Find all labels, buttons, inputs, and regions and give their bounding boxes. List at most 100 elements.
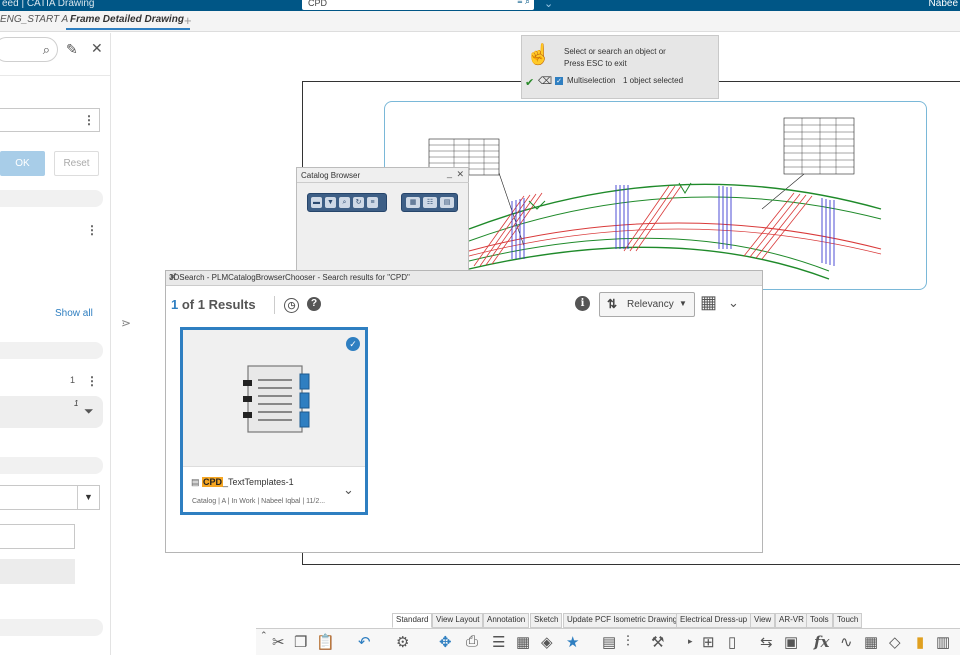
- undo-icon[interactable]: ↶: [358, 633, 371, 651]
- selected-check-icon[interactable]: ✓: [346, 337, 360, 351]
- tab-standard[interactable]: Standard: [392, 613, 433, 628]
- filter-icon[interactable]: ⏷: [84, 404, 94, 419]
- select-tooltip: ☝ Select or search an object or Press ES…: [521, 35, 719, 99]
- tab-touch[interactable]: Touch: [833, 613, 863, 628]
- filter-row[interactable]: 1 ⏷: [0, 396, 103, 428]
- layers-icon[interactable]: ◈: [541, 633, 553, 651]
- update-icon[interactable]: ⚙: [396, 633, 409, 651]
- chevron-down-icon[interactable]: ⌄: [343, 482, 354, 498]
- measure-icon[interactable]: ∿: [840, 633, 853, 651]
- dropdown-arrow-icon[interactable]: ▼: [77, 486, 99, 509]
- tab-view[interactable]: View: [750, 613, 776, 628]
- tab-tools[interactable]: Tools: [806, 613, 833, 628]
- info-icon[interactable]: i: [575, 296, 590, 311]
- results-current: 1: [171, 297, 179, 312]
- panel-icon[interactable]: ▥: [936, 633, 950, 651]
- close-icon[interactable]: ✕: [91, 40, 103, 57]
- tools-icon[interactable]: ⚒: [651, 633, 664, 651]
- panel-field[interactable]: ⋮: [0, 108, 100, 132]
- eraser-icon[interactable]: ⌫: [538, 76, 552, 87]
- list-view-icon[interactable]: ☷: [423, 197, 437, 208]
- grid-view-icon[interactable]: ▦: [406, 197, 420, 208]
- history-icon[interactable]: ◷: [284, 298, 299, 313]
- chevron-down-icon[interactable]: ⌄: [728, 295, 739, 311]
- close-icon[interactable]: ✕: [169, 272, 759, 283]
- table-icon[interactable]: ▦: [516, 633, 530, 651]
- tab-electrical-dress-up[interactable]: Electrical Dress-up: [676, 613, 752, 628]
- chevron-up-icon[interactable]: ⌃: [260, 630, 268, 641]
- shape-icon[interactable]: ◇: [889, 633, 901, 651]
- user-name[interactable]: Nabee: [929, 0, 958, 9]
- book-icon[interactable]: ▯: [728, 633, 736, 651]
- show-all-link[interactable]: Show all: [55, 308, 93, 319]
- divider: [297, 182, 469, 183]
- tab-eng-start[interactable]: ENG_START A: [0, 14, 68, 25]
- transfer-icon[interactable]: ⇆: [760, 633, 773, 651]
- multiselection-checkbox[interactable]: ✓: [555, 77, 563, 85]
- play-icon[interactable]: ▸: [688, 636, 693, 647]
- cut-icon[interactable]: ✂: [272, 633, 285, 651]
- result-name-highlight: CPD: [202, 477, 224, 487]
- search-window-titlebar[interactable]: 3DSearch - PLMCatalogBrowserChooser - Se…: [166, 271, 762, 286]
- check-icon[interactable]: ✔: [525, 76, 534, 89]
- close-icon[interactable]: ✕: [456, 169, 464, 180]
- section-header[interactable]: [0, 619, 103, 636]
- section-header[interactable]: [0, 342, 103, 359]
- tab-annotation[interactable]: Annotation: [483, 613, 530, 628]
- tab-frame-detailed-drawing[interactable]: Frame Detailed Drawing: [66, 14, 190, 30]
- search-icon[interactable]: ⌕: [339, 197, 350, 208]
- more-icon[interactable]: ⋮: [83, 113, 95, 127]
- app-title: eed | CATIA Drawing: [2, 0, 95, 9]
- catalog-document-icon: [243, 365, 310, 433]
- expand-panel-icon[interactable]: ⋗: [121, 316, 131, 330]
- filter-icon[interactable]: ▼: [325, 197, 336, 208]
- tooltip-line-2: Press ESC to exit: [564, 59, 627, 68]
- disabled-field: [0, 559, 75, 584]
- pan-icon[interactable]: ✥: [439, 633, 452, 651]
- favorite-star-icon[interactable]: ★: [566, 633, 579, 651]
- tab-update-pcf[interactable]: Update PCF Isometric Drawing: [563, 613, 682, 628]
- grid-view-icon[interactable]: ▦: [700, 293, 717, 311]
- paste-icon[interactable]: 📋: [316, 633, 335, 651]
- catalog-icon: ▤: [191, 477, 200, 487]
- more-icon[interactable]: ⋮: [86, 374, 98, 388]
- catalog-toolbar-right: ▦ ☷ ▤: [401, 193, 458, 212]
- search-results-window: 3DSearch - PLMCatalogBrowserChooser - Se…: [165, 270, 763, 553]
- traffic-light-icon[interactable]: ▮: [916, 633, 924, 651]
- add-tab-icon[interactable]: +: [184, 13, 192, 28]
- minimize-icon[interactable]: _: [447, 168, 452, 178]
- detail-view-icon[interactable]: ▤: [440, 197, 454, 208]
- properties-icon[interactable]: ☰: [492, 633, 505, 651]
- print-icon[interactable]: ⎙: [466, 633, 478, 650]
- result-card[interactable]: ✓ ▤ CPD_TextTemplates-1 ⌄ Catalog | A | …: [180, 327, 368, 515]
- chevron-down-icon[interactable]: ⌄: [544, 0, 553, 10]
- tag-icon[interactable]: ✎: [66, 41, 78, 58]
- item-count: 1: [70, 375, 76, 385]
- formula-icon[interactable]: fx: [814, 633, 829, 651]
- details-icon[interactable]: ≡: [367, 197, 378, 208]
- copy-icon[interactable]: ❐: [294, 633, 307, 651]
- panel-search-input[interactable]: ⌕: [0, 37, 58, 62]
- sort-dropdown[interactable]: ⇅ Relevancy ▼: [599, 292, 695, 317]
- refresh-icon[interactable]: ↻: [353, 197, 364, 208]
- tab-ar-vr[interactable]: AR-VR: [775, 613, 808, 628]
- folder-icon[interactable]: ▬: [311, 197, 322, 208]
- ok-button[interactable]: OK: [0, 151, 45, 176]
- section-header[interactable]: [0, 457, 103, 474]
- tree-icon[interactable]: ⫶: [626, 633, 630, 650]
- hierarchy-icon[interactable]: ⊞: [702, 633, 715, 651]
- tab-view-layout[interactable]: View Layout: [432, 613, 484, 628]
- document-icon[interactable]: ▣: [784, 633, 798, 651]
- list-icon[interactable]: ▤: [602, 633, 616, 651]
- search-input[interactable]: CPD ≡ ⌕: [302, 0, 534, 10]
- reset-button[interactable]: Reset: [54, 151, 99, 176]
- grid-icon[interactable]: ▦: [864, 633, 878, 651]
- section-header[interactable]: [0, 190, 103, 207]
- more-icon[interactable]: ⋮: [86, 223, 98, 237]
- search-icon[interactable]: ⌕: [43, 42, 50, 58]
- dropdown-select[interactable]: ▼: [0, 485, 100, 510]
- help-icon[interactable]: ?: [307, 297, 321, 311]
- tab-sketch[interactable]: Sketch: [530, 613, 563, 628]
- search-icon[interactable]: ≡ ⌕: [517, 0, 530, 6]
- text-field[interactable]: [0, 524, 75, 549]
